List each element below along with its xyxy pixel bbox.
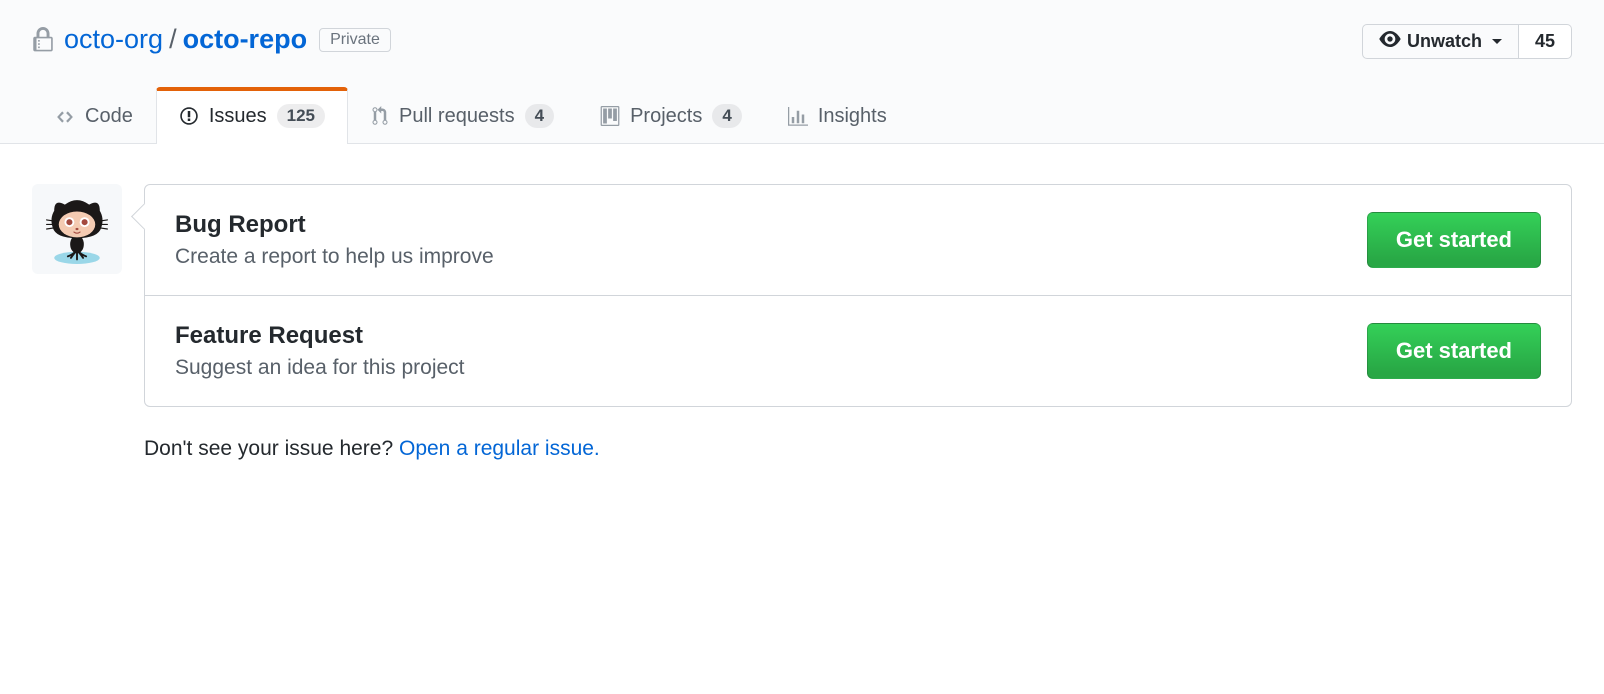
code-icon [55,108,75,126]
projects-count: 4 [712,104,741,128]
template-desc: Create a report to help us improve [175,245,494,269]
footer-text: Don't see your issue here? [144,437,399,460]
tab-code-label: Code [85,105,133,128]
caret-down-icon [1492,39,1502,44]
tab-issues-label: Issues [209,105,267,128]
template-title: Bug Report [175,211,494,239]
tab-projects-label: Projects [630,105,702,128]
get-started-button[interactable]: Get started [1367,212,1541,268]
unwatch-button[interactable]: Unwatch [1362,24,1519,59]
eye-icon [1379,31,1401,52]
project-icon [600,106,620,126]
tab-code[interactable]: Code [32,88,156,144]
get-started-button[interactable]: Get started [1367,323,1541,379]
visibility-badge: Private [319,28,391,52]
watch-count[interactable]: 45 [1519,24,1572,59]
tab-insights-label: Insights [818,105,887,128]
template-item: Bug Report Create a report to help us im… [145,185,1571,296]
git-pull-request-icon [371,106,389,126]
path-separator: / [169,24,177,55]
repo-title: octo-org / octo-repo Private [32,24,391,55]
unwatch-label: Unwatch [1407,31,1482,52]
issue-template-list: Bug Report Create a report to help us im… [144,184,1572,407]
tab-insights[interactable]: Insights [765,88,910,144]
lock-icon [32,27,54,53]
template-title: Feature Request [175,322,465,350]
tab-pull-requests[interactable]: Pull requests 4 [348,87,577,144]
graph-icon [788,107,808,127]
footer-prompt: Don't see your issue here? Open a regula… [144,437,1572,461]
tab-projects[interactable]: Projects 4 [577,87,765,144]
template-item: Feature Request Suggest an idea for this… [145,296,1571,406]
pulls-count: 4 [525,104,554,128]
header-actions: Unwatch 45 [1362,24,1572,59]
repo-name-link[interactable]: octo-repo [183,24,308,55]
repo-owner-link[interactable]: octo-org [64,24,163,55]
issues-count: 125 [277,104,325,128]
open-regular-issue-link[interactable]: Open a regular issue. [399,437,600,460]
repo-nav: Code Issues 125 Pull requests 4 Projects… [0,87,1604,143]
octocat-avatar [32,184,122,274]
issue-opened-icon [179,106,199,126]
tab-pulls-label: Pull requests [399,105,515,128]
template-desc: Suggest an idea for this project [175,356,465,380]
tab-issues[interactable]: Issues 125 [156,87,348,144]
